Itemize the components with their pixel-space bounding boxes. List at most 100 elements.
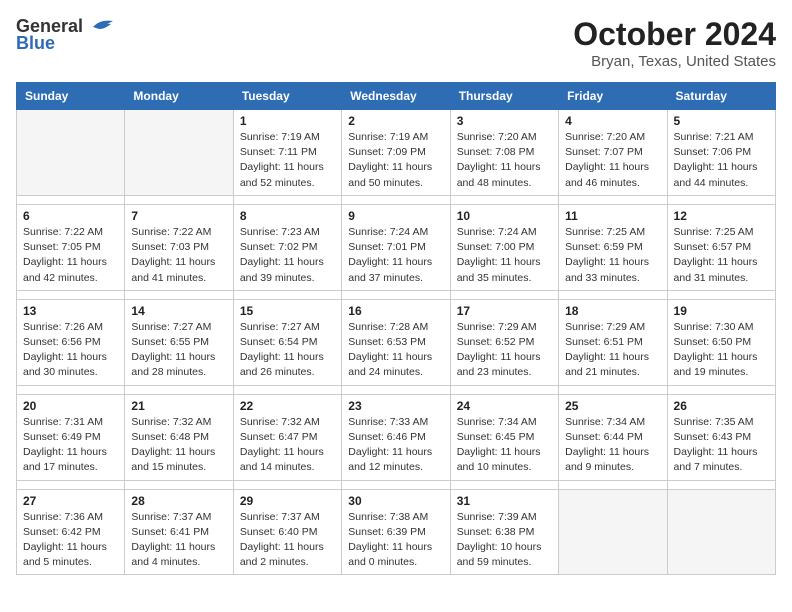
calendar-day-cell: 23Sunrise: 7:33 AMSunset: 6:46 PMDayligh… bbox=[342, 394, 450, 480]
column-header-tuesday: Tuesday bbox=[233, 83, 341, 110]
day-info: Sunrise: 7:36 AMSunset: 6:42 PMDaylight:… bbox=[23, 510, 118, 571]
day-info: Sunrise: 7:19 AMSunset: 7:11 PMDaylight:… bbox=[240, 130, 335, 191]
calendar-week-row: 20 Sunrise: 7:31 AMSunset: 6:49 PMDayligh… bbox=[17, 394, 776, 480]
title-block: October 2024 Bryan, Texas, United States bbox=[573, 16, 776, 70]
day-number: 31 bbox=[457, 494, 552, 508]
column-header-monday: Monday bbox=[125, 83, 233, 110]
day-number: 19 bbox=[674, 304, 769, 318]
column-header-saturday: Saturday bbox=[667, 83, 775, 110]
calendar-day-cell: 12Sunrise: 7:25 AMSunset: 6:57 PMDayligh… bbox=[667, 204, 775, 290]
day-number: 27 bbox=[23, 494, 118, 508]
day-info: Sunrise: 7:37 AMSunset: 6:41 PMDaylight:… bbox=[131, 510, 226, 571]
day-info: Sunrise: 7:21 AMSunset: 7:06 PMDaylight:… bbox=[674, 130, 769, 191]
day-number: 22 bbox=[240, 399, 335, 413]
column-header-wednesday: Wednesday bbox=[342, 83, 450, 110]
day-info: Sunrise: 7:34 AMSunset: 6:44 PMDaylight:… bbox=[565, 415, 660, 476]
calendar-day-cell: 24Sunrise: 7:34 AMSunset: 6:45 PMDayligh… bbox=[450, 394, 558, 480]
week-separator bbox=[17, 195, 776, 204]
calendar-day-cell: 20 Sunrise: 7:31 AMSunset: 6:49 PMDayligh… bbox=[17, 394, 125, 480]
calendar-day-cell: 3Sunrise: 7:20 AMSunset: 7:08 PMDaylight… bbox=[450, 110, 558, 196]
calendar-day-cell bbox=[17, 110, 125, 196]
day-number: 8 bbox=[240, 209, 335, 223]
day-info: Sunrise: 7:28 AMSunset: 6:53 PMDaylight:… bbox=[348, 320, 443, 381]
calendar-day-cell: 6 Sunrise: 7:22 AMSunset: 7:05 PMDaylight… bbox=[17, 204, 125, 290]
day-info: Sunrise: 7:39 AMSunset: 6:38 PMDaylight:… bbox=[457, 510, 552, 571]
day-info: Sunrise: 7:31 AMSunset: 6:49 PMDaylight:… bbox=[23, 415, 118, 476]
page-title: October 2024 bbox=[573, 16, 776, 53]
day-number: 2 bbox=[348, 114, 443, 128]
day-number: 7 bbox=[131, 209, 226, 223]
day-number: 26 bbox=[674, 399, 769, 413]
calendar-header-row: SundayMondayTuesdayWednesdayThursdayFrid… bbox=[17, 83, 776, 110]
day-number: 10 bbox=[457, 209, 552, 223]
calendar-week-row: 6 Sunrise: 7:22 AMSunset: 7:05 PMDaylight… bbox=[17, 204, 776, 290]
week-separator bbox=[17, 290, 776, 299]
day-number: 17 bbox=[457, 304, 552, 318]
day-number: 30 bbox=[348, 494, 443, 508]
column-header-thursday: Thursday bbox=[450, 83, 558, 110]
calendar-week-row: 1 Sunrise: 7:19 AMSunset: 7:11 PMDaylight… bbox=[17, 110, 776, 196]
day-number: 9 bbox=[348, 209, 443, 223]
calendar-day-cell: 25 Sunrise: 7:34 AMSunset: 6:44 PMDayligh… bbox=[559, 394, 667, 480]
day-info: Sunrise: 7:20 AMSunset: 7:08 PMDaylight:… bbox=[457, 130, 552, 191]
calendar-day-cell: 21 Sunrise: 7:32 AMSunset: 6:48 PMDayligh… bbox=[125, 394, 233, 480]
calendar-day-cell: 18Sunrise: 7:29 AMSunset: 6:51 PMDayligh… bbox=[559, 299, 667, 385]
day-number: 11 bbox=[565, 209, 660, 223]
calendar-day-cell: 16 Sunrise: 7:28 AMSunset: 6:53 PMDayligh… bbox=[342, 299, 450, 385]
calendar-day-cell: 15 Sunrise: 7:27 AMSunset: 6:54 PMDayligh… bbox=[233, 299, 341, 385]
calendar-table: SundayMondayTuesdayWednesdayThursdayFrid… bbox=[16, 82, 776, 575]
calendar-day-cell: 9 Sunrise: 7:24 AMSunset: 7:01 PMDaylight… bbox=[342, 204, 450, 290]
day-number: 21 bbox=[131, 399, 226, 413]
calendar-day-cell: 26Sunrise: 7:35 AMSunset: 6:43 PMDayligh… bbox=[667, 394, 775, 480]
calendar-day-cell: 30 Sunrise: 7:38 AMSunset: 6:39 PMDayligh… bbox=[342, 489, 450, 575]
day-info: Sunrise: 7:24 AMSunset: 7:01 PMDaylight:… bbox=[348, 225, 443, 286]
day-info: Sunrise: 7:26 AMSunset: 6:56 PMDaylight:… bbox=[23, 320, 118, 381]
column-header-friday: Friday bbox=[559, 83, 667, 110]
day-number: 29 bbox=[240, 494, 335, 508]
day-info: Sunrise: 7:27 AMSunset: 6:55 PMDaylight:… bbox=[131, 320, 226, 381]
day-number: 13 bbox=[23, 304, 118, 318]
calendar-day-cell: 14 Sunrise: 7:27 AMSunset: 6:55 PMDayligh… bbox=[125, 299, 233, 385]
day-info: Sunrise: 7:29 AMSunset: 6:52 PMDaylight:… bbox=[457, 320, 552, 381]
day-number: 18 bbox=[565, 304, 660, 318]
calendar-day-cell: 22 Sunrise: 7:32 AMSunset: 6:47 PMDayligh… bbox=[233, 394, 341, 480]
logo-text-blue: Blue bbox=[16, 33, 55, 54]
day-info: Sunrise: 7:32 AMSunset: 6:47 PMDaylight:… bbox=[240, 415, 335, 476]
calendar-day-cell bbox=[125, 110, 233, 196]
day-info: Sunrise: 7:38 AMSunset: 6:39 PMDaylight:… bbox=[348, 510, 443, 571]
logo: General Blue bbox=[16, 16, 115, 54]
day-info: Sunrise: 7:27 AMSunset: 6:54 PMDaylight:… bbox=[240, 320, 335, 381]
day-number: 20 bbox=[23, 399, 118, 413]
day-number: 1 bbox=[240, 114, 335, 128]
day-number: 6 bbox=[23, 209, 118, 223]
day-info: Sunrise: 7:30 AMSunset: 6:50 PMDaylight:… bbox=[674, 320, 769, 381]
page-header: General Blue October 2024 Bryan, Texas, … bbox=[16, 16, 776, 70]
day-info: Sunrise: 7:34 AMSunset: 6:45 PMDaylight:… bbox=[457, 415, 552, 476]
calendar-day-cell: 7Sunrise: 7:22 AMSunset: 7:03 PMDaylight… bbox=[125, 204, 233, 290]
day-info: Sunrise: 7:32 AMSunset: 6:48 PMDaylight:… bbox=[131, 415, 226, 476]
calendar-week-row: 27 Sunrise: 7:36 AMSunset: 6:42 PMDayligh… bbox=[17, 489, 776, 575]
calendar-day-cell: 10Sunrise: 7:24 AMSunset: 7:00 PMDayligh… bbox=[450, 204, 558, 290]
day-number: 14 bbox=[131, 304, 226, 318]
day-number: 25 bbox=[565, 399, 660, 413]
column-header-sunday: Sunday bbox=[17, 83, 125, 110]
calendar-day-cell bbox=[559, 489, 667, 575]
calendar-week-row: 13 Sunrise: 7:26 AMSunset: 6:56 PMDayligh… bbox=[17, 299, 776, 385]
calendar-day-cell: 4Sunrise: 7:20 AMSunset: 7:07 PMDaylight… bbox=[559, 110, 667, 196]
calendar-day-cell: 1 Sunrise: 7:19 AMSunset: 7:11 PMDaylight… bbox=[233, 110, 341, 196]
calendar-day-cell: 28Sunrise: 7:37 AMSunset: 6:41 PMDayligh… bbox=[125, 489, 233, 575]
day-number: 5 bbox=[674, 114, 769, 128]
day-info: Sunrise: 7:37 AMSunset: 6:40 PMDaylight:… bbox=[240, 510, 335, 571]
day-number: 4 bbox=[565, 114, 660, 128]
calendar-day-cell: 2Sunrise: 7:19 AMSunset: 7:09 PMDaylight… bbox=[342, 110, 450, 196]
day-number: 16 bbox=[348, 304, 443, 318]
day-info: Sunrise: 7:25 AMSunset: 6:57 PMDaylight:… bbox=[674, 225, 769, 286]
week-separator bbox=[17, 385, 776, 394]
calendar-day-cell: 19 Sunrise: 7:30 AMSunset: 6:50 PMDayligh… bbox=[667, 299, 775, 385]
day-number: 15 bbox=[240, 304, 335, 318]
day-info: Sunrise: 7:22 AMSunset: 7:05 PMDaylight:… bbox=[23, 225, 118, 286]
calendar-day-cell: 5 Sunrise: 7:21 AMSunset: 7:06 PMDaylight… bbox=[667, 110, 775, 196]
day-info: Sunrise: 7:23 AMSunset: 7:02 PMDaylight:… bbox=[240, 225, 335, 286]
calendar-day-cell: 13 Sunrise: 7:26 AMSunset: 6:56 PMDayligh… bbox=[17, 299, 125, 385]
day-info: Sunrise: 7:33 AMSunset: 6:46 PMDaylight:… bbox=[348, 415, 443, 476]
